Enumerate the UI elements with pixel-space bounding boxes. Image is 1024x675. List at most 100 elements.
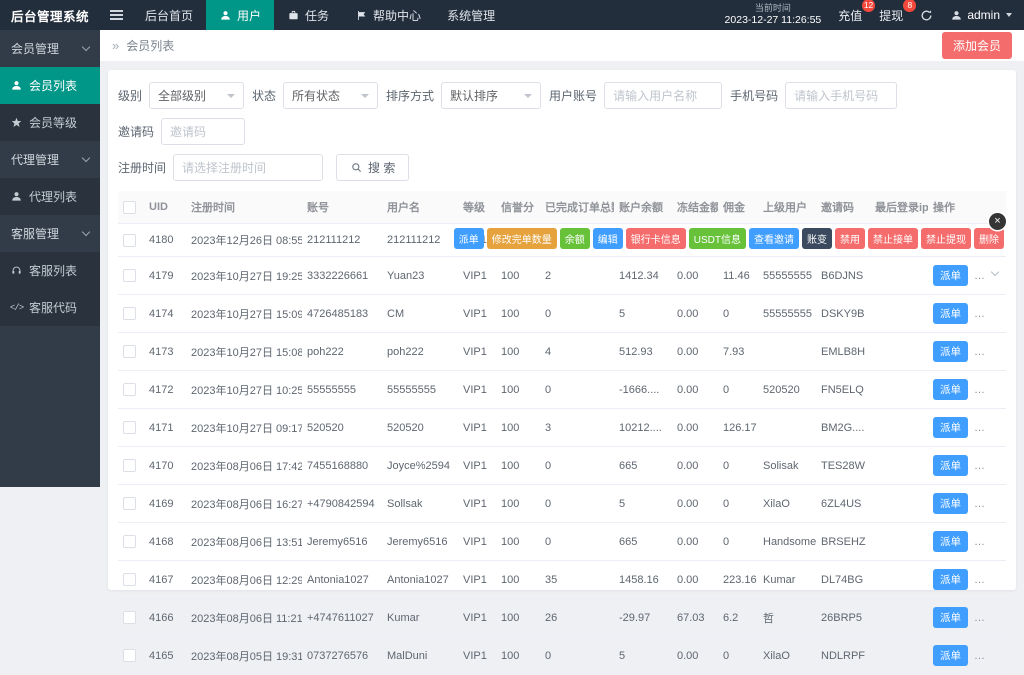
sidebar-item[interactable]: 会员等级 bbox=[0, 104, 100, 141]
recharge-link[interactable]: 充值 12 bbox=[838, 0, 876, 24]
more-actions[interactable]: … bbox=[974, 460, 986, 472]
row-checkbox[interactable] bbox=[123, 535, 136, 548]
admin-menu[interactable]: admin bbox=[950, 8, 1012, 22]
dispatch-order-button[interactable]: 派单 bbox=[933, 569, 968, 590]
table-row: 41682023年08月06日 13:51:59Jeremy6516Jeremy… bbox=[118, 522, 1006, 561]
table-cell: 0 bbox=[540, 522, 614, 561]
row-checkbox[interactable] bbox=[123, 421, 136, 434]
row-action-button[interactable]: 余额 bbox=[559, 228, 590, 249]
row-action-button[interactable]: 编辑 bbox=[592, 228, 623, 249]
nav-home[interactable]: 后台首页 bbox=[132, 0, 206, 30]
table-cell bbox=[870, 370, 928, 409]
table-cell: 35 bbox=[540, 560, 614, 599]
sidebar-section[interactable]: 客服管理 bbox=[0, 215, 100, 252]
register-time-input[interactable] bbox=[173, 154, 324, 181]
dispatch-order-button[interactable]: 派单 bbox=[933, 417, 968, 438]
withdraw-link[interactable]: 提现 8 bbox=[879, 0, 917, 24]
close-icon[interactable]: × bbox=[989, 213, 1006, 230]
sort-select[interactable]: 默认排序 bbox=[441, 82, 542, 109]
row-checkbox[interactable] bbox=[123, 611, 136, 624]
dispatch-order-button[interactable]: 派单 bbox=[933, 493, 968, 514]
nav-users[interactable]: 用户 bbox=[206, 0, 275, 30]
sidebar-item[interactable]: 会员列表 bbox=[0, 67, 100, 104]
sidebar-item[interactable]: 代理列表 bbox=[0, 178, 100, 215]
dispatch-order-button[interactable]: 派单 bbox=[933, 645, 968, 666]
table-cell: 55555555 bbox=[758, 294, 816, 333]
more-actions[interactable]: … bbox=[974, 422, 986, 434]
more-actions[interactable]: … bbox=[974, 536, 986, 548]
select-all-checkbox[interactable] bbox=[123, 200, 136, 214]
username-input[interactable] bbox=[604, 82, 723, 109]
row-checkbox[interactable] bbox=[123, 269, 136, 282]
row-action-button[interactable]: 修改完单数量 bbox=[486, 228, 557, 249]
sidebar-section[interactable]: 代理管理 bbox=[0, 141, 100, 178]
search-icon bbox=[350, 162, 363, 173]
dispatch-order-button[interactable]: 派单 bbox=[933, 455, 968, 476]
invite-code-input[interactable] bbox=[161, 118, 246, 145]
more-actions[interactable]: … bbox=[974, 650, 986, 662]
row-action-button[interactable]: 删除 bbox=[974, 228, 1004, 249]
more-actions[interactable]: … bbox=[974, 612, 986, 624]
row-action-button[interactable]: 派单 bbox=[453, 228, 484, 249]
more-actions[interactable]: … bbox=[974, 574, 986, 586]
dispatch-order-button[interactable]: 派单 bbox=[933, 607, 968, 628]
add-member-button[interactable]: 添加会员 bbox=[941, 32, 1012, 59]
row-checkbox[interactable] bbox=[123, 233, 136, 247]
sidebar-item[interactable]: 客服列表 bbox=[0, 252, 100, 289]
table-cell: 55555555 bbox=[382, 370, 458, 409]
menu-toggle-icon[interactable] bbox=[100, 0, 132, 30]
sidebar-item[interactable]: </> 客服代码 bbox=[0, 289, 100, 326]
more-actions[interactable]: … bbox=[974, 498, 986, 510]
table-cell: 0.00 bbox=[672, 560, 718, 599]
row-checkbox[interactable] bbox=[123, 345, 136, 358]
sidebar-section[interactable]: 会员管理 bbox=[0, 30, 100, 67]
refresh-icon[interactable] bbox=[920, 9, 933, 22]
search-button[interactable]: 搜 索 bbox=[336, 154, 410, 181]
row-checkbox[interactable] bbox=[123, 383, 136, 396]
row-action-button[interactable]: 账变 bbox=[802, 228, 832, 249]
row-checkbox[interactable] bbox=[123, 307, 136, 320]
table-cell: 2023年10月27日 15:08:47 bbox=[186, 332, 302, 371]
user-icon bbox=[219, 10, 232, 21]
table-cell: VIP1 bbox=[458, 256, 496, 295]
dispatch-order-button[interactable]: 派单 bbox=[933, 265, 968, 286]
table-cell: VIP1 bbox=[458, 484, 496, 523]
dispatch-order-button[interactable]: 派单 bbox=[933, 303, 968, 324]
table-cell: 4166 bbox=[144, 598, 186, 637]
table-cell: 126.17 bbox=[718, 408, 758, 447]
row-action-button[interactable]: 禁用 bbox=[835, 228, 865, 249]
user-icon bbox=[10, 191, 23, 202]
table-cell: VIP1 bbox=[458, 370, 496, 409]
nav-help[interactable]: 帮助中心 bbox=[342, 0, 434, 30]
row-checkbox[interactable] bbox=[123, 459, 136, 472]
level-select[interactable]: 全部级别 bbox=[149, 82, 245, 109]
table-cell: 4174 bbox=[144, 294, 186, 333]
row-action-button[interactable]: 禁止接单 bbox=[868, 228, 918, 249]
row-action-button[interactable]: USDT信息 bbox=[688, 228, 746, 249]
row-checkbox[interactable] bbox=[123, 497, 136, 510]
row-checkbox[interactable] bbox=[123, 573, 136, 586]
phone-input[interactable] bbox=[785, 82, 898, 109]
row-checkbox[interactable] bbox=[123, 649, 136, 662]
row-action-button[interactable]: 禁止提现 bbox=[921, 228, 971, 249]
more-actions[interactable]: … bbox=[974, 384, 986, 396]
more-actions[interactable]: … bbox=[974, 308, 986, 320]
row-action-button[interactable]: 银行卡信息 bbox=[625, 228, 686, 249]
dispatch-order-button[interactable]: 派单 bbox=[933, 531, 968, 552]
table-cell: 2023年08月06日 11:21:06 bbox=[186, 598, 302, 637]
table-cell: 100 bbox=[496, 294, 540, 333]
row-action-button[interactable]: 查看邀请 bbox=[749, 228, 799, 249]
table-cell: 0 bbox=[718, 522, 758, 561]
more-actions[interactable]: … bbox=[974, 346, 986, 358]
more-actions[interactable]: … bbox=[974, 270, 986, 282]
sidebar-item-label: 客服代码 bbox=[29, 301, 78, 315]
table-cell: 2023年08月06日 13:51:59 bbox=[186, 522, 302, 561]
status-select[interactable]: 所有状态 bbox=[283, 82, 379, 109]
dispatch-order-button[interactable]: 派单 bbox=[933, 341, 968, 362]
nav-system[interactable]: 系统管理 bbox=[434, 0, 508, 30]
dispatch-order-button[interactable]: 派单 bbox=[933, 379, 968, 400]
row-expand-chevron-icon[interactable] bbox=[990, 267, 1000, 277]
sidebar-item-label: 会员等级 bbox=[29, 116, 78, 130]
nav-tasks[interactable]: 任务 bbox=[274, 0, 342, 30]
table-cell: DSKY9B bbox=[816, 294, 870, 333]
